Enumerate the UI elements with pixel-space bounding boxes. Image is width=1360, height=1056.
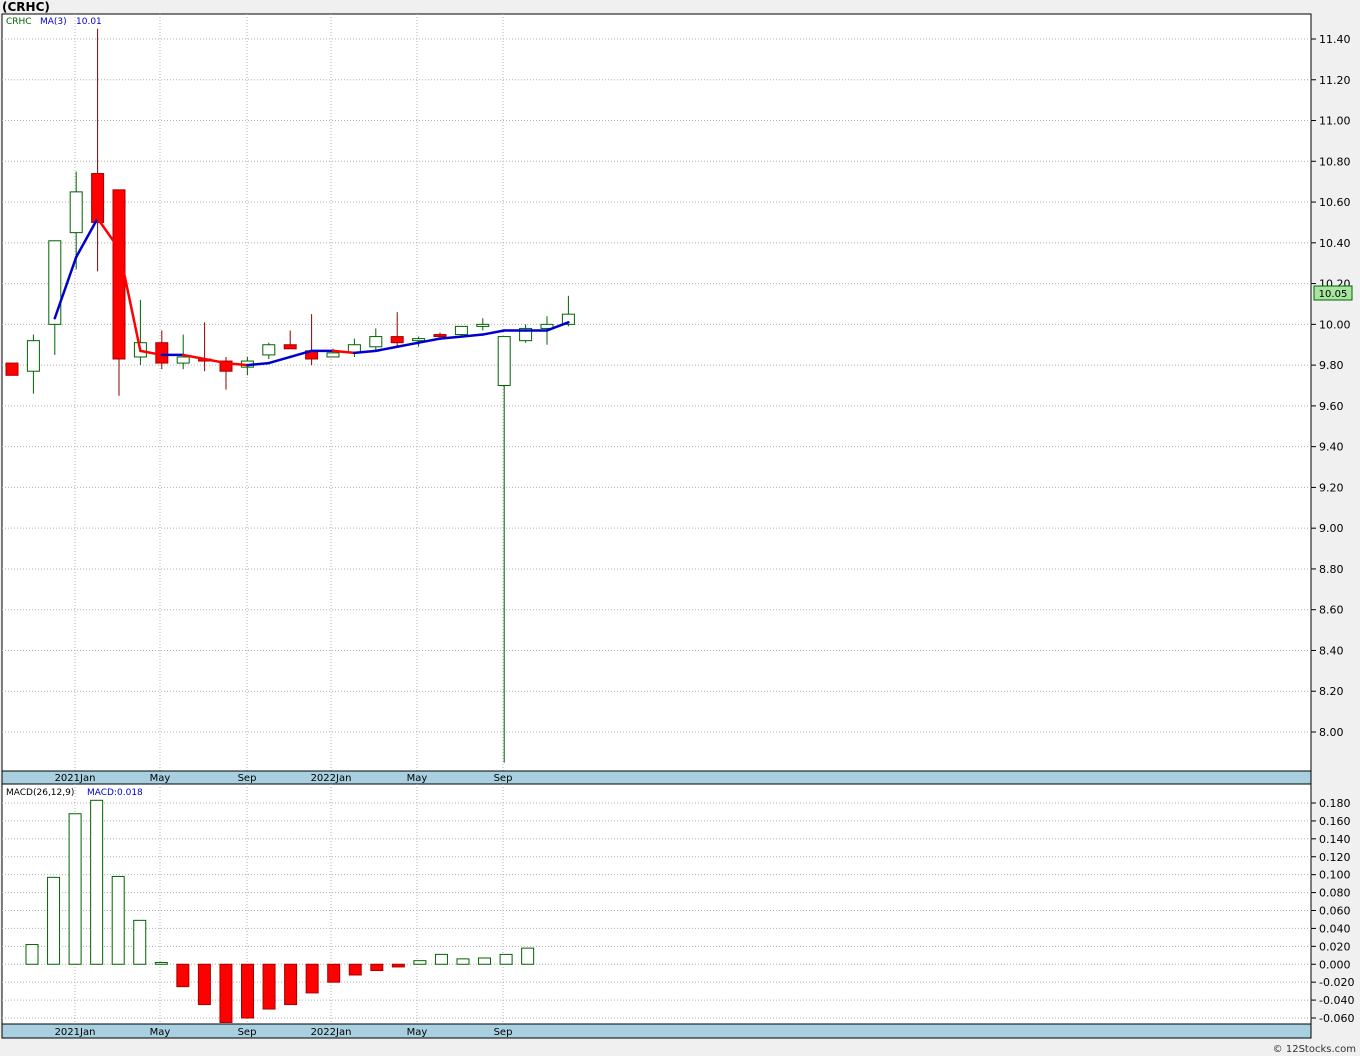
price-xtick-label: May	[407, 773, 428, 784]
macd-ytick-label: 0.180	[1319, 797, 1351, 810]
price-ytick-label: 8.60	[1319, 604, 1344, 617]
price-plot-area	[1, 13, 1312, 772]
candle-body	[497, 336, 511, 387]
macd-bar	[47, 876, 61, 965]
macd-bar	[521, 947, 535, 965]
macd-bar	[327, 963, 341, 983]
macd-xtick-label: 2021Jan	[55, 1027, 96, 1038]
macd-bar	[370, 963, 384, 972]
candle-body	[390, 336, 404, 344]
macd-x-axis-bar	[1, 1023, 1312, 1039]
macd-bar	[262, 963, 276, 1010]
macd-ytick-label: 0.000	[1319, 958, 1351, 971]
macd-bar	[305, 963, 319, 994]
macd-ytick-label: 0.060	[1319, 905, 1351, 918]
macd-bar	[197, 963, 211, 1006]
legend-ma-label: MA(3)	[40, 17, 67, 27]
price-ytick-label: 8.20	[1319, 685, 1344, 698]
macd-ytick-label: 0.160	[1319, 815, 1351, 828]
price-y-axis: 11.4011.2011.0010.8010.6010.4010.2010.00…	[1311, 33, 1351, 739]
candle-body	[283, 344, 297, 350]
macd-xtick-label: 2022Jan	[311, 1027, 352, 1038]
price-ytick-label: 9.00	[1319, 522, 1344, 535]
price-ytick-label: 10.60	[1319, 196, 1351, 209]
macd-xtick-label: May	[407, 1027, 428, 1038]
macd-bar	[25, 944, 39, 965]
price-ytick-label: 9.20	[1319, 481, 1344, 494]
price-ytick-label: 8.80	[1319, 563, 1344, 576]
chart-canvas: 11.4011.2011.0010.8010.6010.4010.2010.00…	[1, 13, 1354, 1039]
price-ytick-label: 11.00	[1319, 115, 1351, 128]
candle-body	[262, 344, 276, 356]
macd-bar	[90, 799, 104, 965]
macd-y-axis: 0.180 0.160 0.140 0.120 0.100 0.080 0.060 0.040…	[1311, 797, 1354, 1025]
candle-body	[176, 356, 190, 364]
candle-body	[412, 338, 426, 342]
candle	[5, 362, 19, 376]
macd-bar	[478, 957, 492, 965]
price-ytick-label: 10.40	[1319, 237, 1351, 250]
macd-ytick-label: 0.040	[1319, 922, 1351, 935]
macd-ytick-label: -0.020	[1319, 976, 1354, 989]
price-ytick-label: 8.00	[1319, 726, 1344, 739]
macd-xtick-label: May	[150, 1027, 171, 1038]
price-ytick-label: 9.60	[1319, 400, 1344, 413]
price-ytick-label: 8.40	[1319, 644, 1344, 657]
macd-bar	[413, 960, 427, 965]
price-xtick-label: 2021Jan	[55, 773, 96, 784]
price-xtick-label: Sep	[238, 773, 257, 784]
macd-bar	[219, 963, 233, 1023]
macd-legend-value: MACD:0.018	[87, 788, 143, 798]
macd-xtick-label: Sep	[494, 1027, 513, 1038]
macd-bar	[348, 963, 362, 976]
price-xtick-label: May	[150, 773, 171, 784]
macd-bar	[284, 963, 298, 1006]
legend-symbol: CRHC	[6, 17, 32, 27]
macd-xtick-label: Sep	[238, 1027, 257, 1038]
macd-ytick-label: 0.100	[1319, 869, 1351, 882]
macd-ytick-label: 0.120	[1319, 851, 1351, 864]
macd-bar	[111, 875, 125, 965]
price-ytick-label: 11.20	[1319, 74, 1351, 87]
price-xtick-label: Sep	[494, 773, 513, 784]
price-ytick-label: 10.00	[1319, 318, 1351, 331]
macd-bar	[434, 953, 448, 965]
candle-body	[69, 191, 83, 234]
legend-ma-value: 10.01	[76, 17, 102, 27]
macd-bar	[176, 963, 190, 988]
macd-ytick-label: -0.040	[1319, 994, 1354, 1007]
candle-body	[26, 340, 40, 372]
price-ytick-label: 9.40	[1319, 441, 1344, 454]
macd-panel: 0.180 0.160 0.140 0.120 0.100 0.080 0.060 0.040…	[1, 783, 1354, 1039]
candle-body	[48, 240, 62, 325]
macd-ytick-label: -0.060	[1319, 1012, 1354, 1025]
price-ytick-label: 9.80	[1319, 359, 1344, 372]
macd-bar	[391, 963, 405, 968]
macd-ytick-label: 0.140	[1319, 833, 1351, 846]
candle-body	[433, 334, 447, 338]
macd-bar	[133, 919, 147, 965]
candle-body	[476, 323, 490, 327]
last-price-label: 10.05	[1319, 289, 1348, 300]
macd-bar	[154, 961, 168, 965]
candle-body	[91, 173, 105, 223]
price-panel: 11.4011.2011.0010.8010.6010.4010.2010.00…	[1, 13, 1353, 785]
candle-body	[5, 362, 19, 376]
price-xtick-label: 2022Jan	[311, 773, 352, 784]
macd-bar	[456, 958, 470, 965]
macd-ytick-label: 0.020	[1319, 940, 1351, 953]
macd-bar	[499, 953, 513, 965]
price-ytick-label: 11.40	[1319, 33, 1351, 46]
price-x-axis-bar	[1, 770, 1312, 785]
footer-credit: © 12Stocks.com	[1272, 1044, 1356, 1055]
price-ytick-label: 10.80	[1319, 155, 1351, 168]
macd-bar	[241, 963, 254, 1019]
candle-body	[369, 336, 383, 348]
macd-bar	[68, 813, 82, 965]
candle-body	[326, 352, 340, 358]
macd-ytick-label: 0.080	[1319, 887, 1351, 900]
candle-body	[454, 325, 468, 336]
macd-legend-name: MACD(26,12,9)	[6, 788, 74, 798]
